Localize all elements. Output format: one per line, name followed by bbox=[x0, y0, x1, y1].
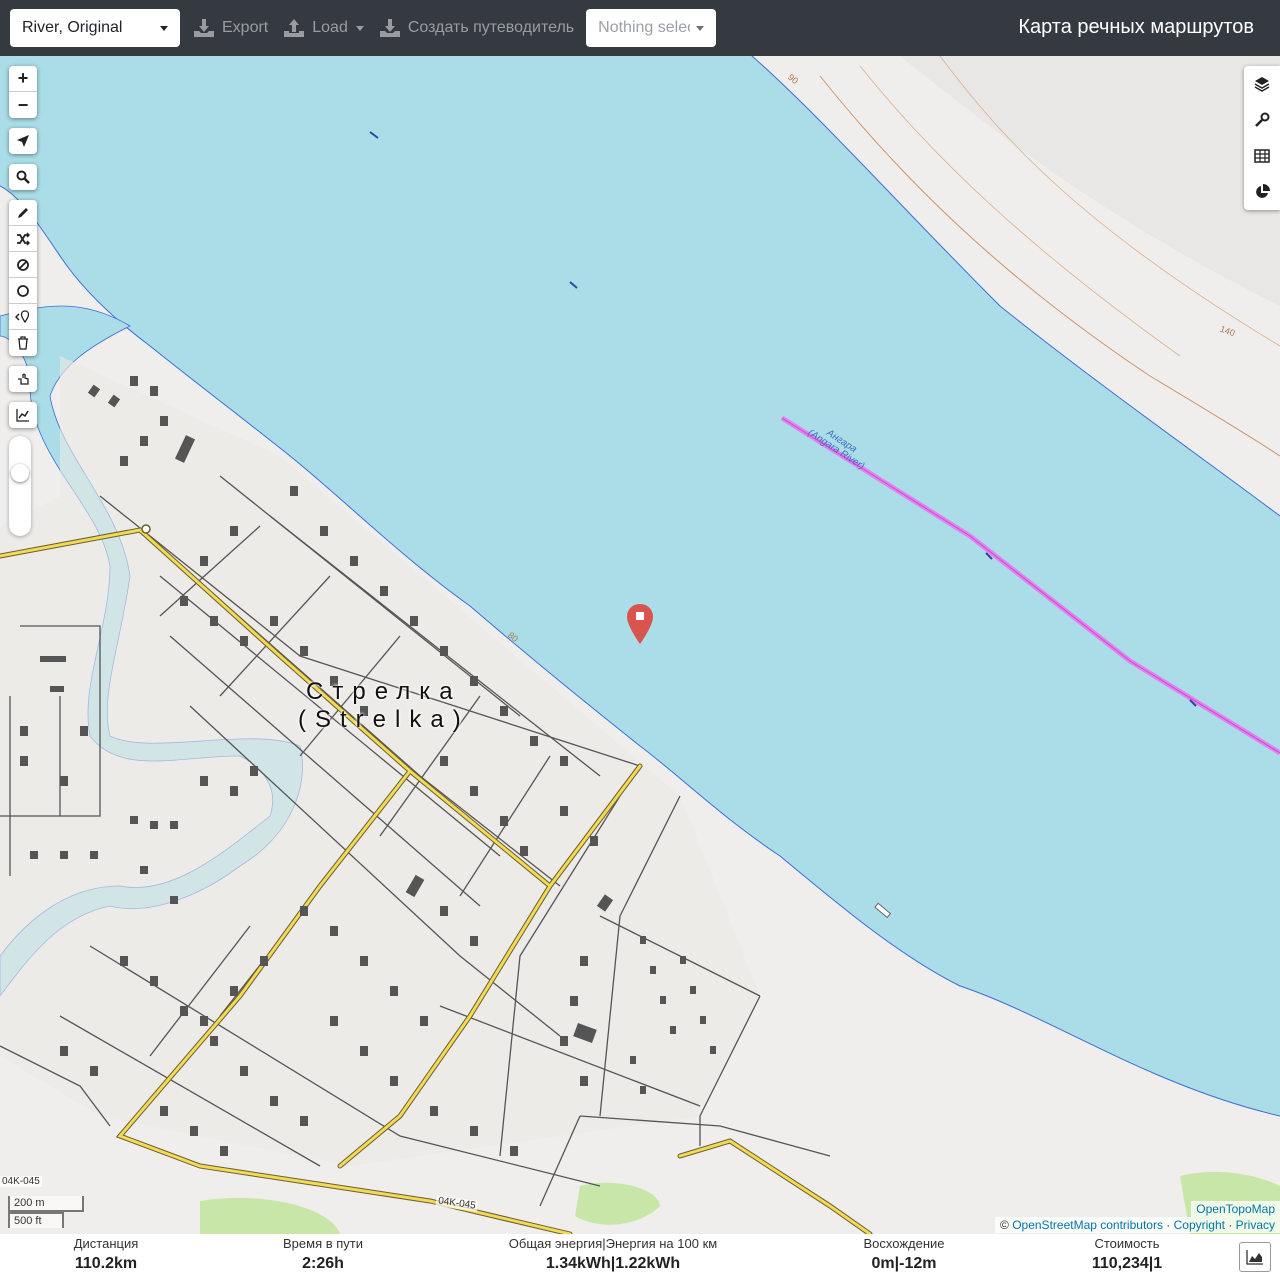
stat-time-label: Время в пути bbox=[283, 1236, 363, 1251]
stat-ascent-label: Восхождение bbox=[863, 1236, 945, 1251]
circle-button[interactable] bbox=[9, 278, 37, 304]
stat-distance-value: 110.2km bbox=[74, 1255, 138, 1272]
stat-time-value: 2:26h bbox=[302, 1255, 344, 1272]
profile-select[interactable]: River, Original bbox=[10, 9, 180, 47]
shuffle-icon bbox=[17, 231, 30, 246]
town-name: Стрелка bbox=[306, 678, 462, 705]
map-attribution: © OpenStreetMap contributors · Copyright… bbox=[995, 1217, 1280, 1233]
map-canvas[interactable]: 90 140 80 Стрелка (Strelka) Ангара (Anga… bbox=[0, 56, 1280, 1234]
stat-cost: Стоимость 110,234|1 bbox=[1082, 1236, 1172, 1276]
search-icon bbox=[16, 170, 30, 184]
tile-attribution[interactable]: OpenTopoMap bbox=[1191, 1201, 1280, 1217]
locate-control bbox=[9, 128, 37, 154]
scale-imperial: 500 ft bbox=[8, 1212, 64, 1228]
layers-icon bbox=[1254, 77, 1270, 92]
stat-time: Время в пути 2:26h bbox=[278, 1236, 368, 1276]
stat-distance-label: Дистанция bbox=[73, 1236, 139, 1251]
line-chart-icon bbox=[16, 409, 29, 422]
pie-chart-icon bbox=[1256, 184, 1270, 198]
osm-link[interactable]: OpenStreetMap contributors bbox=[1012, 1218, 1163, 1232]
stat-ascent: Восхождение 0m|-12m bbox=[858, 1236, 950, 1276]
delete-route-button[interactable] bbox=[9, 330, 37, 356]
app-brand: Карта речных маршрутов bbox=[1018, 16, 1254, 38]
poi-button[interactable] bbox=[9, 304, 37, 330]
elevation-control bbox=[9, 402, 37, 428]
pencil-icon bbox=[18, 207, 28, 218]
settings-button[interactable] bbox=[1244, 102, 1280, 138]
stat-cost-label: Стоимость bbox=[1094, 1236, 1160, 1251]
export-button[interactable]: Export bbox=[186, 9, 276, 47]
wrench-icon bbox=[1255, 112, 1270, 127]
map-pin-icon bbox=[15, 309, 30, 323]
area-chart-icon bbox=[1246, 1250, 1263, 1265]
scale-bar: 200 m 500 ft bbox=[8, 1196, 84, 1228]
chevron-down-icon bbox=[160, 25, 168, 31]
stat-cost-value: 110,234|1 bbox=[1091, 1255, 1163, 1272]
draw-route-button[interactable] bbox=[9, 200, 37, 226]
scale-metric: 200 m bbox=[8, 1196, 84, 1212]
road-label-left: 04K-045 bbox=[0, 1176, 42, 1187]
right-toolbar bbox=[1244, 66, 1280, 210]
download-icon bbox=[379, 19, 400, 37]
map-tiles bbox=[0, 56, 1280, 1234]
hand-pointer-icon bbox=[18, 373, 29, 385]
profile-select-value: River, Original bbox=[22, 19, 123, 36]
download-icon bbox=[194, 19, 214, 37]
zoom-in-button[interactable]: + bbox=[9, 66, 37, 92]
stat-energy: Общая энергия|Энергия на 100 км 1.34kWh|… bbox=[500, 1236, 726, 1276]
map-marker-icon[interactable] bbox=[627, 604, 653, 644]
town-name-latin: (Strelka) bbox=[298, 706, 470, 733]
stat-ascent-value: 0m|-12m bbox=[871, 1255, 937, 1272]
selection-select[interactable]: Nothing selected bbox=[586, 9, 717, 47]
search-button[interactable] bbox=[9, 164, 37, 190]
stat-energy-label: Общая энергия|Энергия на 100 км bbox=[508, 1236, 718, 1251]
chevron-down-icon bbox=[696, 25, 705, 31]
route-stats-bar: Дистанция 110.2km Время в пути 2:26h Общ… bbox=[0, 1234, 1280, 1280]
create-guide-label: Создать путеводитель bbox=[407, 19, 575, 36]
elevation-chart-button[interactable] bbox=[1239, 1242, 1271, 1272]
slider-handle[interactable] bbox=[11, 464, 29, 482]
table-button[interactable] bbox=[1244, 138, 1280, 174]
chevron-down-icon bbox=[355, 25, 364, 31]
locate-button[interactable] bbox=[9, 128, 37, 154]
upload-icon bbox=[284, 19, 305, 37]
privacy-link[interactable]: Privacy bbox=[1236, 1218, 1275, 1232]
thumb-control bbox=[9, 366, 37, 392]
reverse-route-button[interactable] bbox=[9, 226, 37, 252]
opacity-slider[interactable] bbox=[9, 436, 31, 536]
copyright-symbol: © bbox=[1000, 1218, 1009, 1232]
table-icon bbox=[1254, 149, 1270, 163]
copyright-link[interactable]: Copyright bbox=[1174, 1218, 1225, 1232]
zoom-out-button[interactable]: − bbox=[9, 92, 37, 118]
top-navbar: River, Original Export Load Создать путе… bbox=[0, 0, 1280, 56]
circle-icon bbox=[17, 284, 29, 297]
trash-icon bbox=[18, 336, 28, 350]
stat-energy-value: 1.34kWh|1.22kWh bbox=[545, 1255, 681, 1272]
no-go-area-button[interactable] bbox=[9, 252, 37, 278]
layers-button[interactable] bbox=[1244, 66, 1280, 102]
ban-icon bbox=[17, 258, 29, 271]
stat-distance: Дистанция 110.2km bbox=[72, 1236, 140, 1276]
location-arrow-icon bbox=[17, 135, 29, 147]
elevation-button[interactable] bbox=[9, 402, 37, 428]
thumb-button[interactable] bbox=[9, 366, 37, 392]
draw-toolbar bbox=[9, 200, 37, 356]
search-control bbox=[9, 164, 37, 190]
statistics-button[interactable] bbox=[1244, 174, 1280, 210]
town-label: Стрелка (Strelka) bbox=[298, 678, 470, 734]
zoom-control: + − bbox=[9, 66, 37, 118]
create-guide-button[interactable]: Создать путеводитель bbox=[372, 9, 582, 47]
export-label: Export bbox=[222, 19, 269, 36]
load-button[interactable]: Load bbox=[276, 9, 372, 47]
load-label: Load bbox=[312, 19, 348, 36]
selection-select-value: Nothing selected bbox=[598, 19, 690, 36]
